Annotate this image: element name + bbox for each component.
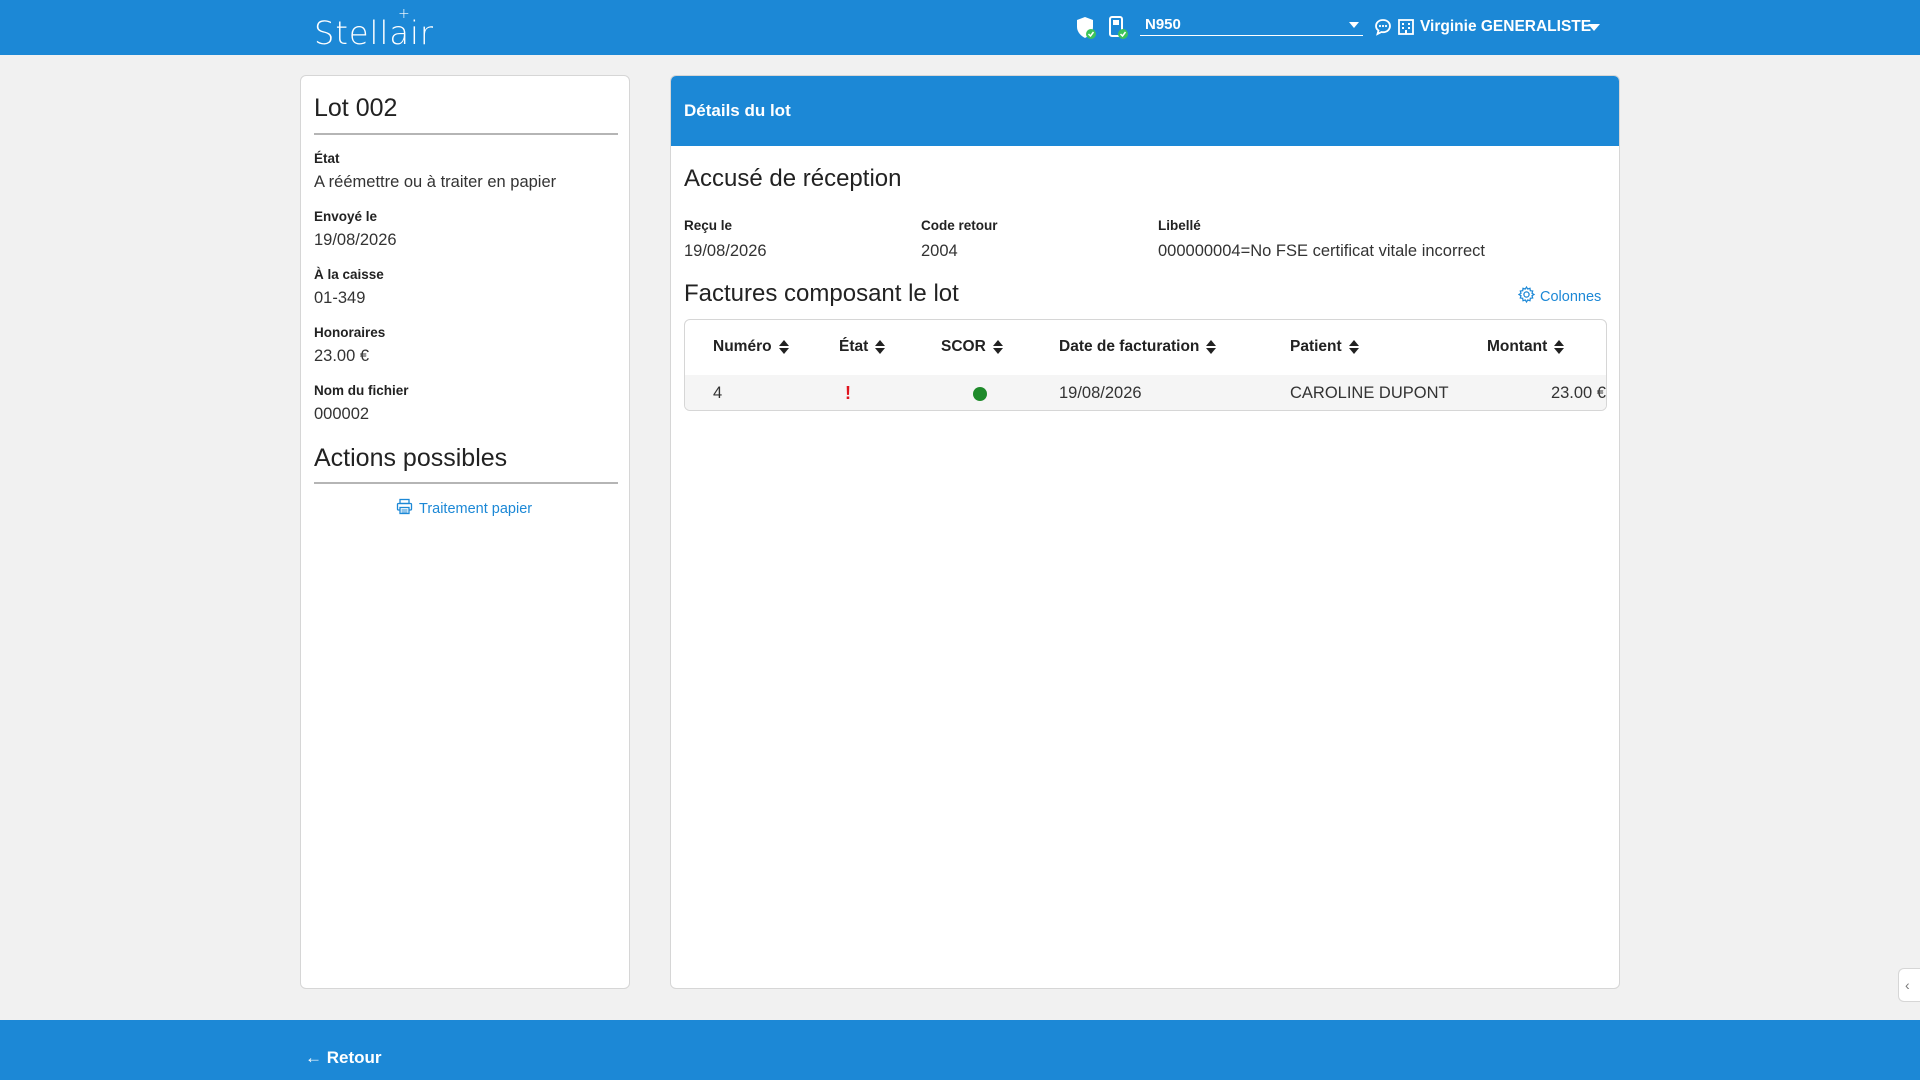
field-label-caisse: À la caisse — [314, 267, 384, 282]
column-header-label: Montant — [1487, 338, 1548, 355]
card-reader-icon[interactable] — [1107, 16, 1129, 40]
columns-label: Colonnes — [1540, 288, 1602, 305]
code-retour-value: 2004 — [921, 242, 958, 260]
column-header-montant[interactable]: Montant — [1487, 338, 1565, 356]
app-name: Stellair — [314, 14, 434, 52]
divider — [314, 133, 618, 135]
column-header-scor[interactable]: SCOR — [941, 338, 1003, 356]
table-row[interactable]: 4 ! 19/08/2026 CAROLINE DUPONT 23.00 € — [685, 375, 1606, 410]
sort-icon — [778, 340, 789, 354]
column-header-label: SCOR — [941, 338, 986, 355]
received-value: 19/08/2026 — [684, 242, 767, 260]
gear-icon — [1517, 285, 1536, 307]
cell-numero: 4 — [713, 384, 723, 402]
libelle-value: 000000004=No FSE certificat vitale incor… — [1158, 242, 1485, 260]
columns-settings-button[interactable]: Colonnes — [1517, 285, 1602, 307]
building-icon — [1397, 18, 1419, 42]
code-retour-label: Code retour — [921, 218, 998, 233]
received-label: Reçu le — [684, 218, 733, 233]
chat-icon[interactable] — [1374, 18, 1396, 42]
column-header-date[interactable]: Date de facturation — [1059, 338, 1217, 356]
field-label-fichier: Nom du fichier — [314, 383, 409, 398]
sort-icon — [1206, 340, 1217, 354]
field-value-fichier: 000002 — [314, 405, 370, 423]
scor-status-dot-icon — [973, 387, 987, 401]
error-icon: ! — [845, 383, 851, 403]
field-value-etat: A réémettre ou à traiter en papier — [314, 173, 557, 191]
column-header-label: Patient — [1290, 338, 1342, 355]
cell-patient: CAROLINE DUPONT — [1290, 384, 1449, 402]
libelle-label: Libellé — [1158, 218, 1201, 233]
stellair-logo[interactable]: Stellair + — [314, 6, 434, 52]
details-header-title: Détails du lot — [684, 101, 791, 120]
user-menu[interactable]: Virginie GENERALISTE — [1420, 18, 1591, 36]
column-header-etat[interactable]: État — [839, 338, 886, 356]
chevron-down-icon — [1349, 22, 1359, 28]
column-header-label: État — [839, 338, 869, 355]
printer-icon — [396, 498, 413, 519]
actions-title: Actions possibles — [314, 444, 508, 472]
divider — [314, 482, 618, 484]
column-header-numero[interactable]: Numéro — [713, 338, 789, 356]
invoices-table: Numéro État SCOR Date de facturation Pat… — [684, 319, 1607, 411]
chevron-left-icon: ‹ — [1905, 977, 1910, 993]
column-header-patient[interactable]: Patient — [1290, 338, 1359, 356]
lot-details-card: Détails du lot Accusé de réception Reçu … — [670, 75, 1620, 989]
lot-title: Lot 002 — [314, 94, 398, 122]
back-button[interactable]: ← Retour — [305, 1048, 382, 1068]
footer-bar: ← Retour — [0, 1020, 1920, 1080]
field-label-envoye: Envoyé le — [314, 209, 378, 224]
cell-date: 19/08/2026 — [1059, 384, 1142, 402]
traitement-papier-label: Traitement papier — [419, 500, 533, 517]
lot-summary-card: Lot 002 État A réémettre ou à traiter en… — [300, 75, 630, 989]
field-value-envoye: 19/08/2026 — [314, 231, 397, 249]
invoices-title: Factures composant le lot — [684, 280, 959, 307]
details-header: Détails du lot — [671, 76, 1619, 146]
logo-star-icon: + — [398, 6, 411, 22]
sort-icon — [992, 340, 1003, 354]
ack-title: Accusé de réception — [684, 165, 902, 192]
traitement-papier-link[interactable]: Traitement papier — [396, 498, 532, 519]
field-label-etat: État — [314, 151, 340, 166]
side-panel-toggle[interactable]: ‹ — [1898, 968, 1920, 1002]
field-value-honoraires: 23.00 € — [314, 347, 370, 365]
device-select-value: N950 — [1145, 16, 1181, 33]
field-value-caisse: 01-349 — [314, 289, 366, 307]
field-label-honoraires: Honoraires — [314, 325, 386, 340]
sort-icon — [875, 340, 886, 354]
top-bar: Stellair + N950 Virginie GENERALISTE — [0, 0, 1920, 55]
cell-montant: 23.00 € — [1550, 384, 1606, 402]
column-header-label: Date de facturation — [1059, 338, 1200, 355]
shield-check-icon[interactable] — [1075, 16, 1097, 40]
device-select[interactable]: N950 — [1140, 16, 1363, 36]
column-header-label: Numéro — [713, 338, 772, 355]
user-menu-chevron-icon[interactable] — [1588, 24, 1600, 31]
sort-icon — [1554, 340, 1565, 354]
sort-icon — [1348, 340, 1359, 354]
